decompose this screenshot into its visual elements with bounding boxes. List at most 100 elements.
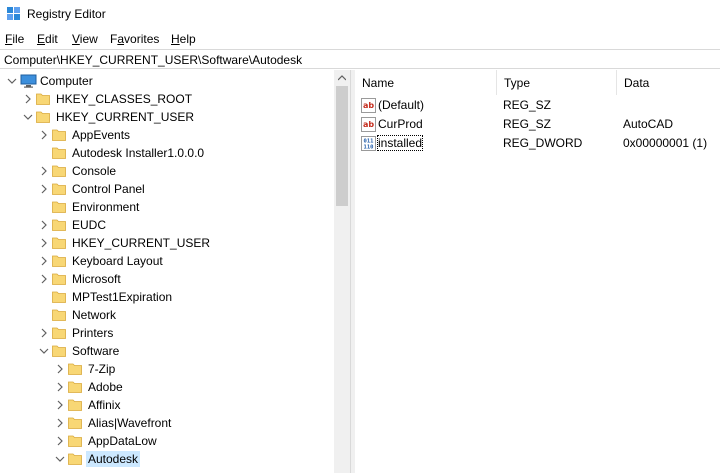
column-header-name[interactable]: Name [355, 70, 497, 95]
tree-item[interactable]: HKEY_CURRENT_USER [0, 108, 334, 126]
chevron-right-icon[interactable] [38, 273, 50, 285]
chevron-right-icon[interactable] [38, 129, 50, 141]
tree-item[interactable]: AppDataLow [0, 432, 334, 450]
tree-item-label: Adobe [88, 380, 123, 394]
address-bar[interactable]: Computer\HKEY_CURRENT_USER\Software\Auto… [0, 49, 720, 69]
menu-edit-rest: dit [45, 32, 58, 46]
value-type: REG_SZ [503, 117, 552, 131]
chevron-down-icon[interactable] [6, 75, 18, 87]
chevron-right-icon[interactable] [54, 363, 66, 375]
menu-file[interactable]: File [5, 32, 24, 46]
tree-item-label: Printers [72, 326, 114, 340]
chevron-right-icon[interactable] [38, 255, 50, 267]
tree-item[interactable]: Autodesk Installer1.0.0.0 [0, 144, 334, 162]
value-data: 0x00000001 (1) [623, 136, 708, 150]
tree-item[interactable]: Control Panel [0, 180, 334, 198]
tree-item[interactable]: Network [0, 306, 334, 324]
menu-edit[interactable]: Edit [37, 32, 58, 46]
tree-item[interactable]: HKEY_CLASSES_ROOT [0, 90, 334, 108]
tree-item[interactable]: Autodesk [0, 450, 334, 468]
tree-item[interactable]: HKEY_CURRENT_USER [0, 234, 334, 252]
tree-item-label: HKEY_CURRENT_USER [72, 236, 211, 250]
tree-scrollbar[interactable] [334, 70, 350, 473]
chevron-right-icon[interactable] [38, 165, 50, 177]
value-type: REG_DWORD [503, 136, 583, 150]
column-header-data[interactable]: Data [617, 70, 720, 95]
tree-item[interactable]: Affinix [0, 396, 334, 414]
value-row[interactable]: 011 110 installed REG_DWORD 0x00000001 (1) [355, 134, 720, 153]
chevron-right-icon[interactable] [22, 93, 34, 105]
menu-help-rest: elp [179, 32, 196, 46]
svg-text:110: 110 [364, 145, 374, 151]
tree-item-label: Software [72, 344, 120, 358]
tree-item-label: Autodesk [86, 451, 141, 467]
folder-icon [52, 183, 66, 195]
folder-icon [52, 273, 66, 285]
tree-item[interactable]: Microsoft [0, 270, 334, 288]
tree-item-label: Alias|Wavefront [88, 416, 172, 430]
chevron-down-icon[interactable] [22, 111, 34, 123]
tree-item-label: Console [72, 164, 117, 178]
string-value-icon: ab [361, 117, 376, 132]
chevron-right-icon[interactable] [38, 327, 50, 339]
chevron-right-icon[interactable] [38, 183, 50, 195]
tree-item[interactable]: Software [0, 342, 334, 360]
menu-view[interactable]: View [72, 32, 98, 46]
tree-item-label: Environment [72, 200, 140, 214]
tree-item-label: Keyboard Layout [72, 254, 163, 268]
tree-item[interactable]: 7-Zip [0, 360, 334, 378]
value-name: CurProd [378, 117, 423, 131]
tree-item-label: MPTest1Expiration [72, 290, 173, 304]
column-header-type[interactable]: Type [497, 70, 617, 95]
chevron-right-icon[interactable] [54, 381, 66, 393]
svg-text:ab: ab [363, 120, 374, 129]
value-name: installed [376, 135, 424, 151]
tree-item-label: Microsoft [72, 272, 121, 286]
folder-icon [52, 165, 66, 177]
scroll-up-arrow-icon[interactable] [338, 75, 346, 81]
tree-item[interactable]: Console [0, 162, 334, 180]
tree-item[interactable]: Keyboard Layout [0, 252, 334, 270]
chevron-down-icon[interactable] [54, 453, 66, 465]
tree-item[interactable]: Computer [0, 72, 334, 90]
chevron-down-icon[interactable] [38, 345, 50, 357]
folder-icon [68, 381, 82, 393]
values-list[interactable]: Name Type Data ab (Default) REG_SZ ab CurPro… [355, 70, 720, 473]
value-type: REG_SZ [503, 98, 552, 112]
chevron-right-icon[interactable] [54, 399, 66, 411]
value-data: AutoCAD [623, 117, 674, 131]
chevron-right-icon[interactable] [54, 435, 66, 447]
address-path[interactable]: Computer\HKEY_CURRENT_USER\Software\Auto… [4, 53, 302, 67]
chevron-right-icon[interactable] [54, 417, 66, 429]
title-bar: Registry Editor [0, 0, 720, 28]
folder-icon [36, 93, 50, 105]
scrollbar-thumb[interactable] [336, 86, 348, 206]
tree-item-label: Computer [40, 74, 93, 88]
tree-item-label: HKEY_CLASSES_ROOT [56, 92, 193, 106]
value-row[interactable]: ab (Default) REG_SZ [355, 96, 720, 115]
key-tree[interactable]: Computer HKEY_CLASSES_ROOT HKEY_CURRENT_US… [0, 70, 351, 473]
tree-item[interactable]: Environment [0, 198, 334, 216]
chevron-right-icon[interactable] [38, 219, 50, 231]
folder-icon [68, 435, 82, 447]
tree-item[interactable]: Alias|Wavefront [0, 414, 334, 432]
tree-item[interactable]: Adobe [0, 378, 334, 396]
tree-item-label: Control Panel [72, 182, 145, 196]
value-row[interactable]: ab CurProd REG_SZ AutoCAD [355, 115, 720, 134]
menu-help[interactable]: Help [171, 32, 196, 46]
tree-item-label: EUDC [72, 218, 107, 232]
tree-item[interactable]: AppEvents [0, 126, 334, 144]
folder-icon [52, 327, 66, 339]
svg-text:ab: ab [363, 101, 374, 110]
tree-item[interactable]: Printers [0, 324, 334, 342]
folder-icon [52, 201, 66, 213]
chevron-right-icon[interactable] [38, 237, 50, 249]
tree-item[interactable]: MPTest1Expiration [0, 288, 334, 306]
tree-item-label: AppDataLow [88, 434, 157, 448]
binary-value-icon: 011110 [361, 136, 376, 151]
folder-icon [52, 147, 66, 159]
menu-favorites[interactable]: Favorites [110, 32, 159, 46]
computer-icon [20, 74, 37, 88]
tree-item[interactable]: EUDC [0, 216, 334, 234]
value-name: (Default) [378, 98, 425, 112]
